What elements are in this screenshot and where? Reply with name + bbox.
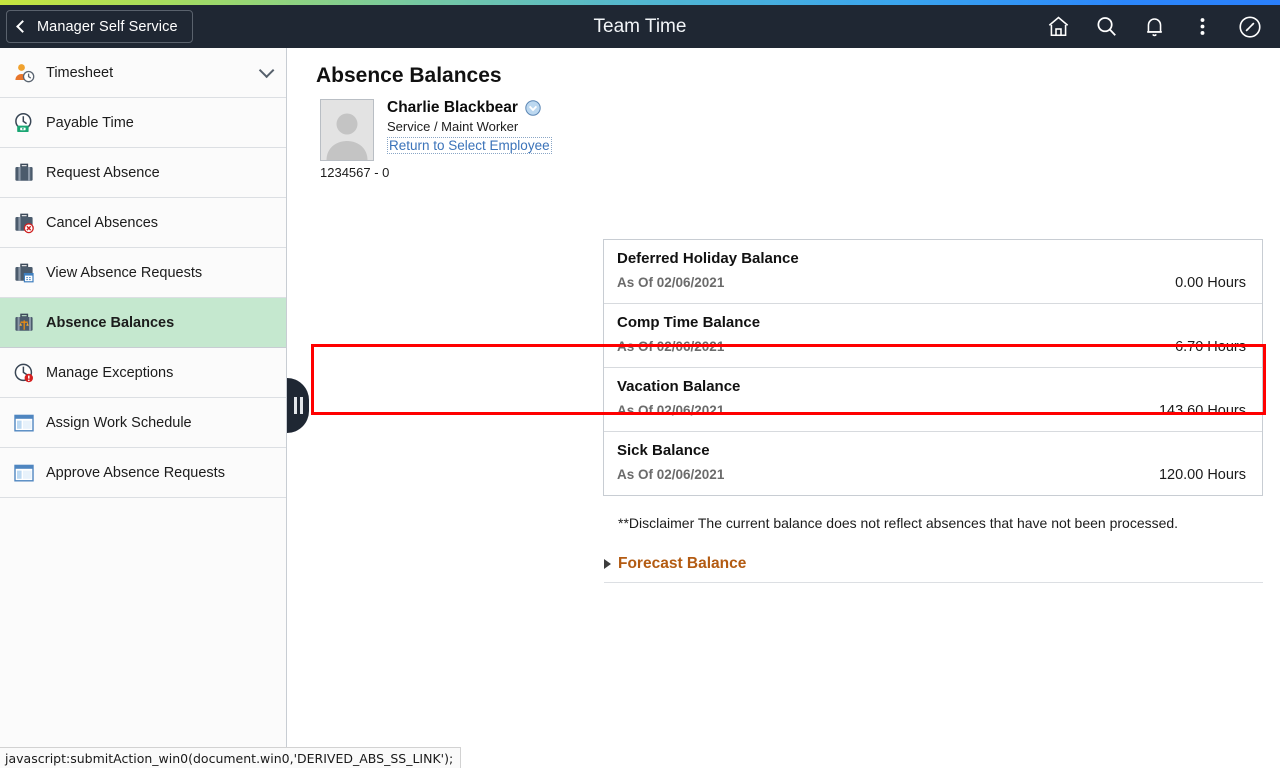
balance-card-sick[interactable]: Sick Balance As Of 02/06/2021 120.00 Hou… — [604, 432, 1262, 495]
left-navigation-sidebar: Timesheet Payable Time Request Absence C… — [0, 48, 287, 768]
briefcase-cancel-icon — [11, 210, 37, 236]
app-body: Timesheet Payable Time Request Absence C… — [0, 48, 1280, 768]
application-window: Manager Self Service Team Time Timesheet… — [0, 0, 1280, 768]
sidebar-item-absence-balances[interactable]: Absence Balances — [0, 298, 286, 348]
home-icon[interactable] — [1034, 5, 1082, 48]
balance-as-of: As Of 02/06/2021 — [617, 467, 725, 482]
sidebar-item-manage-exceptions[interactable]: Manage Exceptions — [0, 348, 286, 398]
navbar-compass-icon[interactable] — [1226, 5, 1274, 48]
sidebar-item-label: Cancel Absences — [46, 214, 159, 231]
window-panel-icon — [11, 460, 37, 486]
balance-card-comp-time[interactable]: Comp Time Balance As Of 02/06/2021 6.70 … — [604, 304, 1262, 368]
forecast-balance-label: Forecast Balance — [618, 555, 747, 572]
back-chevron-icon — [16, 20, 29, 33]
balance-as-of: As Of 02/06/2021 — [617, 339, 725, 354]
sidebar-item-timesheet[interactable]: Timesheet — [0, 48, 286, 98]
balance-as-of: As Of 02/06/2021 — [617, 275, 725, 290]
actions-kebab-menu-icon[interactable] — [1178, 5, 1226, 48]
return-to-select-employee-link[interactable]: Return to Select Employee — [387, 137, 552, 154]
clock-alert-icon — [11, 360, 37, 386]
sidebar-item-cancel-absences[interactable]: Cancel Absences — [0, 198, 286, 248]
balance-title: Vacation Balance — [617, 378, 741, 395]
sidebar-item-label: Manage Exceptions — [46, 364, 174, 381]
balance-as-of: As Of 02/06/2021 — [617, 403, 725, 418]
chevron-down-icon[interactable] — [258, 62, 275, 79]
balance-row: As Of 02/06/2021 120.00 Hours — [617, 467, 1246, 483]
handle-bar-left — [293, 397, 297, 414]
balance-value: 143.60 Hours — [1158, 403, 1246, 419]
balance-value: 6.70 Hours — [1175, 339, 1246, 355]
balance-row: As Of 02/06/2021 143.60 Hours — [617, 403, 1246, 419]
browser-status-bar: javascript:submitAction_win0(document.wi… — [0, 747, 462, 768]
sidebar-item-label: Payable Time — [46, 114, 134, 131]
balance-cards-list: Deferred Holiday Balance As Of 02/06/202… — [603, 239, 1263, 496]
briefcase-calendar-icon — [11, 260, 37, 286]
balance-value: 0.00 Hours — [1175, 275, 1246, 291]
header-icon-group — [1034, 5, 1274, 48]
search-icon[interactable] — [1082, 5, 1130, 48]
balance-title: Deferred Holiday Balance — [617, 250, 799, 267]
balance-title: Sick Balance — [617, 442, 710, 459]
sidebar-item-request-absence[interactable]: Request Absence — [0, 148, 286, 198]
forecast-balance-section-toggle[interactable]: Forecast Balance — [604, 555, 1263, 583]
balance-row: As Of 02/06/2021 0.00 Hours — [617, 275, 1246, 291]
sidebar-item-label: Timesheet — [46, 64, 114, 81]
notifications-bell-icon[interactable] — [1130, 5, 1178, 48]
avatar — [320, 99, 374, 161]
sidebar-item-label: View Absence Requests — [46, 264, 203, 281]
employee-job-title: Service / Maint Worker — [387, 119, 519, 134]
employee-id: 1234567 - 0 — [320, 165, 390, 180]
sidebar-item-label: Approve Absence Requests — [46, 464, 225, 481]
briefcase-scale-icon — [11, 310, 37, 336]
back-to-manager-self-service-button[interactable]: Manager Self Service — [6, 10, 193, 43]
balance-title: Comp Time Balance — [617, 314, 761, 331]
balance-value: 120.00 Hours — [1158, 467, 1246, 483]
balance-cards-wrapper: Deferred Holiday Balance As Of 02/06/202… — [287, 239, 1280, 496]
sidebar-item-payable-time[interactable]: Payable Time — [0, 98, 286, 148]
balance-card-deferred-holiday[interactable]: Deferred Holiday Balance As Of 02/06/202… — [604, 240, 1262, 304]
employee-actions-chevron-down-icon[interactable] — [525, 100, 541, 116]
sidebar-item-view-absence-requests[interactable]: View Absence Requests — [0, 248, 286, 298]
employee-summary: Charlie Blackbear Service / Maint Worker… — [320, 99, 1280, 161]
handle-bar-right — [299, 397, 303, 414]
balance-disclaimer: **Disclaimer The current balance does no… — [618, 515, 1179, 531]
timesheet-person-clock-icon — [11, 60, 37, 86]
app-header: Manager Self Service Team Time — [0, 5, 1280, 48]
sidebar-item-label: Absence Balances — [46, 314, 175, 331]
employee-name: Charlie Blackbear — [387, 99, 518, 116]
sidebar-item-approve-absence-requests[interactable]: Approve Absence Requests — [0, 448, 286, 498]
balance-row: As Of 02/06/2021 6.70 Hours — [617, 339, 1246, 355]
page-title: Absence Balances — [316, 64, 502, 87]
main-content-area: Absence Balances Charlie Blackbear Servi… — [287, 48, 1280, 768]
sidebar-item-assign-work-schedule[interactable]: Assign Work Schedule — [0, 398, 286, 448]
window-panel-icon — [11, 410, 37, 436]
back-button-label: Manager Self Service — [37, 18, 178, 35]
employee-details: Charlie Blackbear Service / Maint Worker… — [387, 99, 552, 161]
balance-card-vacation[interactable]: Vacation Balance As Of 02/06/2021 143.60… — [604, 368, 1262, 432]
payable-time-clock-cash-icon — [11, 110, 37, 136]
sidebar-item-label: Assign Work Schedule — [46, 414, 192, 431]
sidebar-item-label: Request Absence — [46, 164, 160, 181]
briefcase-icon — [11, 160, 37, 186]
employee-name-row: Charlie Blackbear — [387, 99, 552, 117]
expand-triangle-icon — [604, 559, 611, 569]
